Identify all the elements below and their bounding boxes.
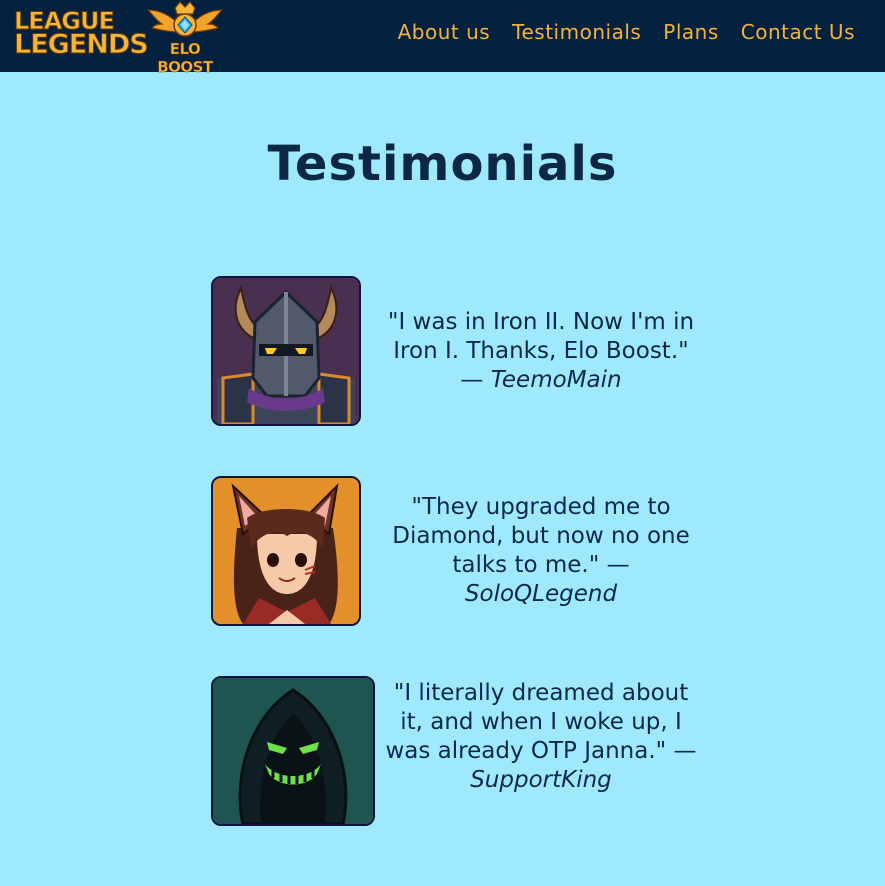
testimonial-card: "They upgraded me to Diamond, but now no… — [211, 476, 691, 626]
quote-author: TeemoMain — [490, 367, 622, 393]
winged-crown-icon — [146, 1, 224, 37]
nav-testimonials[interactable]: Testimonials — [512, 20, 641, 44]
navbar: LEAGUE LEGENDS ELO BOOST About us Testim… — [0, 0, 885, 76]
elo-boost-text: ELO BOOST — [157, 40, 214, 77]
logo-line-2: LEGENDS — [14, 29, 150, 60]
testimonial-quote: "They upgraded me to Diamond, but now no… — [381, 493, 701, 609]
testimonial-quote: "I was in Iron II. Now I'm in Iron I. Th… — [381, 308, 701, 395]
nav-plans[interactable]: Plans — [663, 20, 718, 44]
armored-knight-avatar-icon — [211, 276, 361, 426]
quote-author: SoloQLegend — [464, 581, 618, 607]
testimonial-card: "I was in Iron II. Now I'm in Iron I. Th… — [211, 276, 694, 426]
main-nav: About us Testimonials Plans Contact Us — [398, 18, 855, 46]
hooded-figure-avatar-icon — [211, 676, 375, 826]
nav-contact-us[interactable]: Contact Us — [741, 20, 855, 44]
quote-text: "They upgraded me to Diamond, but now no… — [392, 494, 690, 578]
testimonial-card: "I literally dreamed about it, and when … — [211, 676, 697, 826]
nav-about-us[interactable]: About us — [398, 20, 491, 44]
fox-girl-avatar-icon — [211, 476, 361, 626]
elo-boost-logo[interactable]: ELO BOOST — [140, 0, 230, 76]
quote-author: SupportKing — [470, 767, 612, 793]
testimonial-quote: "I literally dreamed about it, and when … — [381, 679, 701, 795]
league-of-legends-logo[interactable]: LEAGUE LEGENDS — [14, 6, 150, 60]
quote-text: "I literally dreamed about it, and when … — [385, 680, 697, 764]
page-title: Testimonials — [267, 136, 618, 192]
